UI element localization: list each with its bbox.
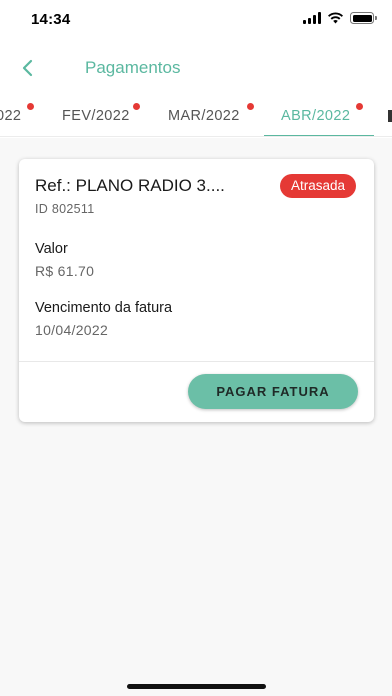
back-button[interactable] bbox=[14, 54, 42, 82]
status-bar: 14:34 bbox=[0, 0, 392, 40]
tab-abr-2022[interactable]: ABR/2022 bbox=[281, 97, 363, 135]
tab-jan-2022[interactable]: 022 bbox=[0, 97, 34, 135]
status-icons bbox=[303, 12, 377, 24]
wifi-icon bbox=[328, 12, 343, 24]
alert-dot bbox=[356, 103, 363, 110]
active-tab-indicator bbox=[264, 135, 374, 136]
tab-label: ABR/2022 bbox=[281, 108, 351, 124]
tab-fev-2022[interactable]: FEV/2022 bbox=[62, 97, 140, 135]
status-time: 14:34 bbox=[31, 11, 71, 28]
status-badge: Atrasada bbox=[279, 174, 356, 198]
due-date-label: Vencimento da fatura bbox=[35, 300, 173, 316]
divider bbox=[19, 361, 374, 362]
alert-dot bbox=[133, 103, 140, 110]
amount-label: Valor bbox=[35, 241, 68, 257]
app-header: 14:34 Pagamentos 022 FEV/2022 bbox=[0, 0, 392, 138]
invoice-id: ID 802511 bbox=[35, 202, 95, 216]
cellular-signal-icon bbox=[303, 12, 321, 24]
due-date-value: 10/04/2022 bbox=[35, 322, 109, 338]
tab-next-partial[interactable] bbox=[388, 110, 392, 122]
invoice-card: Ref.: PLANO RADIO 3.... Atrasada ID 8025… bbox=[19, 159, 374, 422]
page-title: Pagamentos bbox=[85, 58, 181, 77]
tab-mar-2022[interactable]: MAR/2022 bbox=[168, 97, 254, 135]
alert-dot bbox=[247, 103, 254, 110]
nav-bar: Pagamentos bbox=[0, 48, 392, 88]
invoice-reference: Ref.: PLANO RADIO 3.... bbox=[35, 176, 225, 195]
battery-icon bbox=[350, 12, 377, 24]
month-tabs: 022 FEV/2022 MAR/2022 ABR/2022 bbox=[0, 97, 392, 137]
pay-invoice-button[interactable]: PAGAR FATURA bbox=[188, 374, 358, 409]
home-indicator bbox=[127, 684, 266, 689]
chevron-left-icon bbox=[22, 59, 33, 77]
tab-label: MAR/2022 bbox=[168, 108, 240, 124]
amount-value: R$ 61.70 bbox=[35, 263, 95, 279]
tab-label: FEV/2022 bbox=[62, 108, 130, 124]
alert-dot bbox=[27, 103, 34, 110]
tab-label: 022 bbox=[0, 108, 22, 124]
